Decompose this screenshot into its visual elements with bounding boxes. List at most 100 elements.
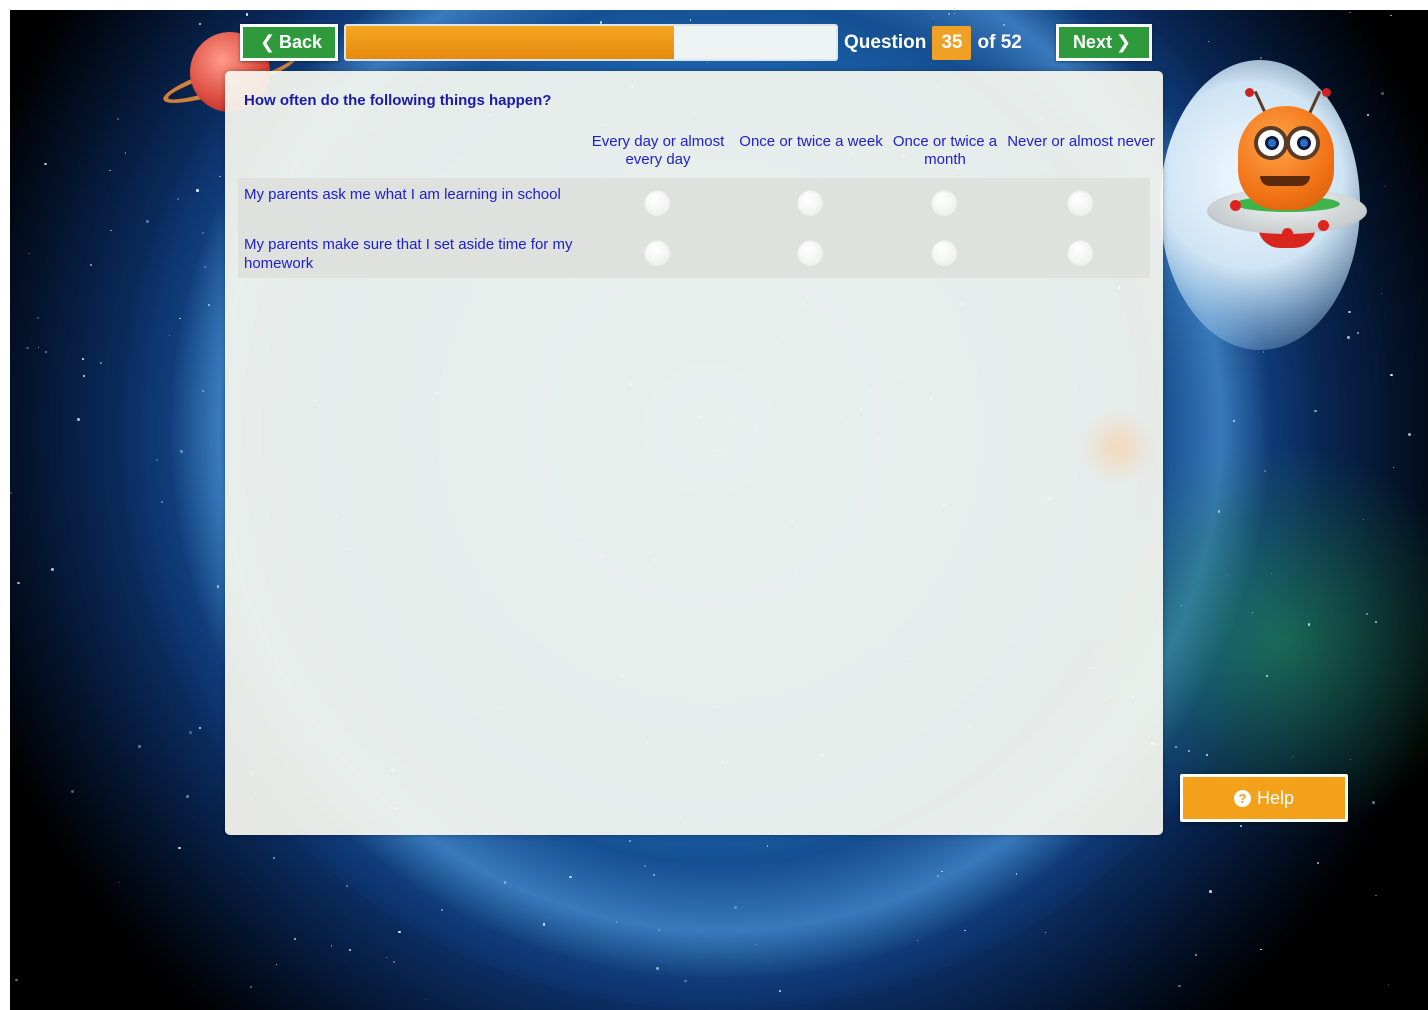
star [70, 789, 74, 793]
star [964, 930, 966, 932]
back-button[interactable]: ❮ Back [240, 24, 338, 61]
star [656, 967, 660, 971]
star [1265, 675, 1268, 677]
star [1374, 621, 1377, 624]
star [51, 568, 54, 571]
star [180, 449, 184, 453]
star [146, 220, 149, 223]
star [1209, 890, 1212, 893]
star [1362, 519, 1364, 521]
radio-option[interactable] [797, 240, 824, 267]
column-header: Every day or almost every day [591, 133, 725, 168]
star [503, 881, 507, 884]
star [658, 928, 661, 932]
counter-prefix: Question [844, 31, 927, 53]
radio-option[interactable] [931, 190, 958, 217]
help-button[interactable]: ? Help [1180, 774, 1348, 822]
star [37, 316, 40, 319]
star [250, 985, 253, 988]
star [1313, 409, 1317, 413]
alien-eye [1254, 126, 1288, 160]
star [1356, 331, 1359, 334]
antenna-tip [1322, 88, 1331, 97]
radio-option[interactable] [644, 190, 671, 217]
star [1408, 432, 1411, 436]
star [1375, 894, 1377, 896]
star [77, 418, 80, 421]
star [953, 12, 955, 15]
ufo-light [1230, 200, 1241, 211]
star [386, 956, 388, 958]
star [733, 905, 737, 909]
star [17, 581, 20, 585]
star [615, 921, 617, 923]
star [15, 978, 18, 981]
star [26, 346, 29, 350]
star [118, 882, 120, 884]
question-circle-icon: ? [1233, 789, 1251, 807]
star [542, 923, 546, 926]
star [273, 857, 276, 860]
star [1367, 113, 1370, 116]
star [1187, 749, 1191, 753]
star [683, 979, 687, 983]
antenna-tip [1245, 88, 1254, 97]
star [1233, 420, 1235, 422]
star [778, 990, 781, 993]
space-background: ❮ Back Question 35 of 52 Next ❯ How ofte… [10, 10, 1428, 1010]
star [1307, 623, 1311, 626]
star [196, 189, 199, 192]
help-button-label: Help [1256, 787, 1295, 808]
star [346, 885, 349, 888]
counter-total: of 52 [977, 31, 1022, 53]
star [1393, 467, 1395, 469]
star [44, 162, 47, 166]
next-button-label: Next [1072, 32, 1112, 52]
star [1390, 15, 1392, 17]
chevron-right-icon: ❯ [1115, 32, 1132, 52]
star [1194, 954, 1197, 957]
star [1381, 92, 1384, 95]
ufo-light [1282, 228, 1293, 239]
radio-option[interactable] [1067, 190, 1094, 217]
star [155, 458, 159, 462]
background-orb-decoration [1080, 409, 1156, 485]
star [216, 585, 219, 588]
alien-mouth [1260, 176, 1310, 186]
star [1260, 948, 1263, 951]
back-button-label: Back [279, 32, 323, 52]
star [245, 12, 249, 16]
star [937, 875, 939, 877]
star [117, 118, 119, 120]
star [1390, 373, 1393, 376]
star [1044, 932, 1046, 934]
radio-option[interactable] [1067, 240, 1094, 267]
star [1015, 873, 1018, 876]
star [275, 963, 278, 966]
row-label: My parents make sure that I set aside ti… [244, 236, 573, 272]
star [81, 358, 84, 360]
question-panel: How often do the following things happen… [225, 71, 1163, 835]
table-row: My parents ask me what I am learning in … [238, 178, 1150, 228]
star [1349, 758, 1351, 760]
radio-option[interactable] [797, 190, 824, 217]
star [947, 13, 950, 15]
question-counter: Question 35 of 52 [844, 24, 1022, 61]
star [44, 350, 48, 353]
radio-option[interactable] [931, 240, 958, 267]
star [178, 846, 181, 850]
star [109, 169, 111, 172]
next-button[interactable]: Next ❯ [1056, 24, 1152, 61]
star [1225, 573, 1228, 576]
star [766, 845, 769, 847]
radio-option[interactable] [644, 240, 671, 267]
star [10, 492, 13, 495]
star [138, 745, 141, 748]
star [425, 998, 427, 1000]
star [168, 334, 171, 337]
star [689, 19, 692, 21]
star [1365, 613, 1368, 615]
star [1372, 800, 1375, 804]
star [653, 873, 656, 876]
star [198, 726, 202, 729]
